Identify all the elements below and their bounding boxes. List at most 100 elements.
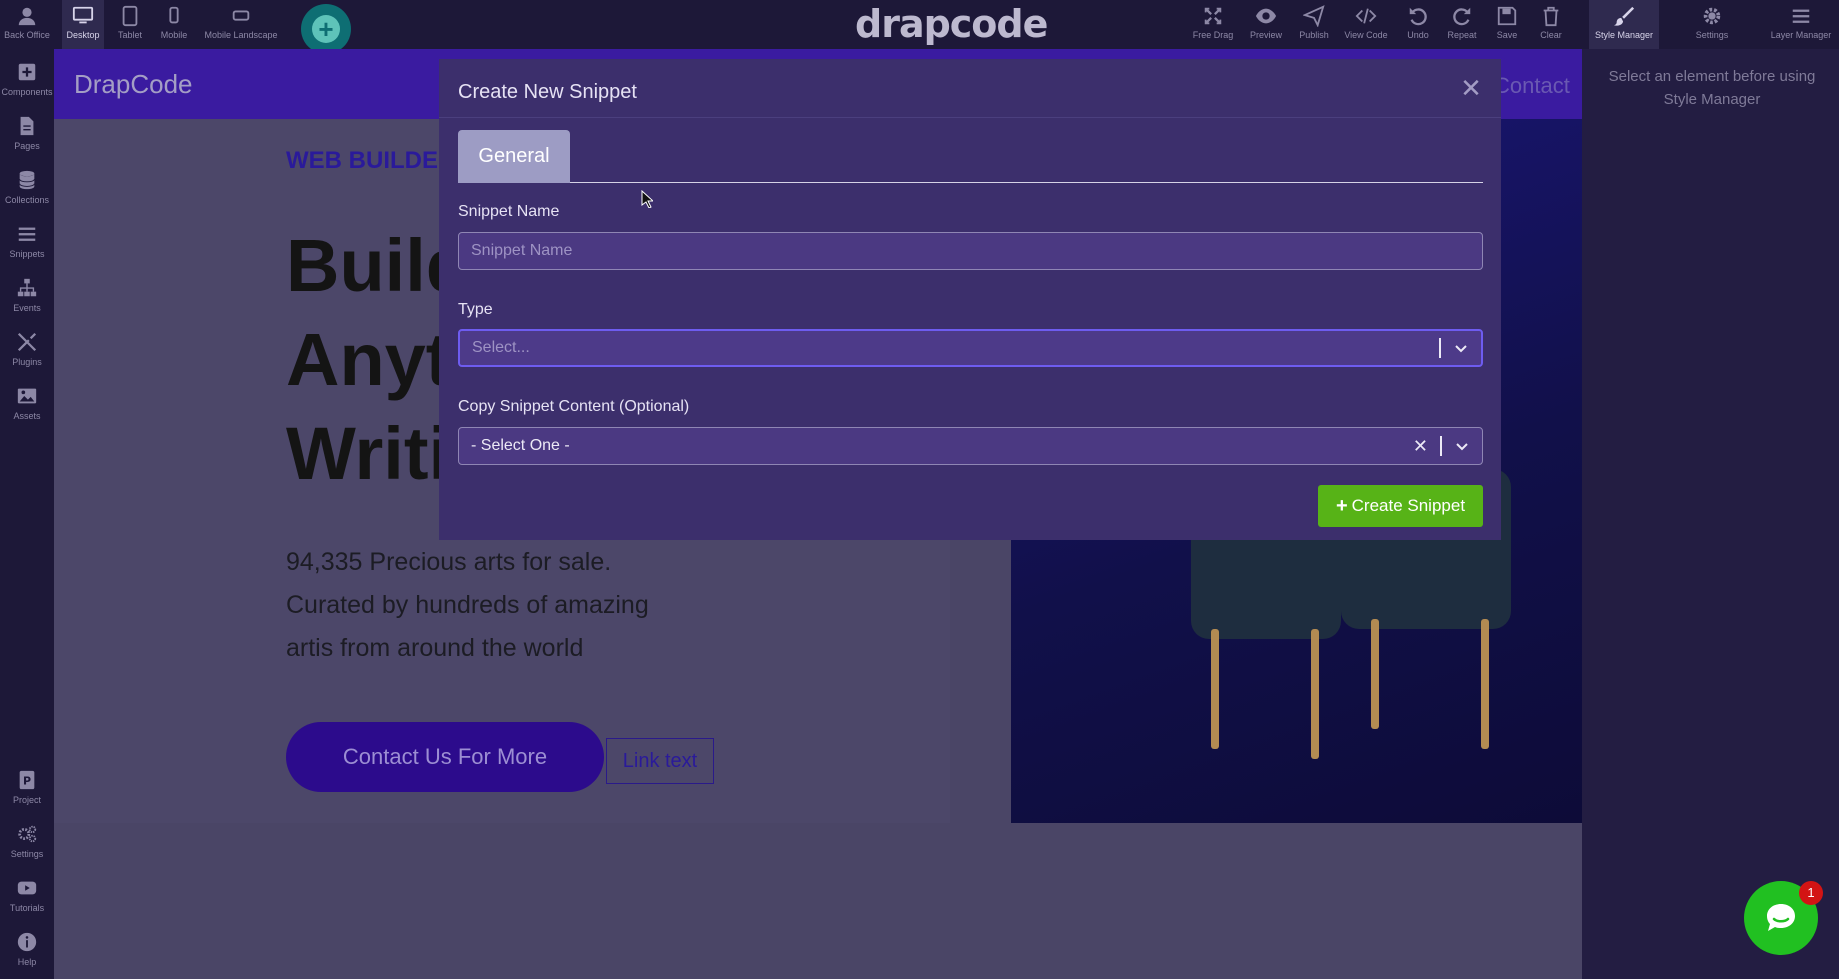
modal-title: Create New Snippet: [458, 81, 637, 103]
sidebar-item-project[interactable]: P Project: [0, 769, 54, 805]
sidebar-item-settings[interactable]: Settings: [0, 823, 54, 859]
free-drag-icon: [1204, 7, 1222, 25]
undo-button[interactable]: Undo: [1400, 0, 1436, 49]
gear-icon: [1703, 7, 1721, 25]
trash-icon: [1543, 6, 1559, 27]
preview-label: Preview: [1249, 30, 1282, 40]
bars-icon: [1792, 9, 1810, 23]
gears-icon: [18, 825, 37, 843]
sidebar-item-assets[interactable]: Assets: [0, 385, 54, 421]
close-icon[interactable]: ✕: [1458, 75, 1484, 101]
device-desktop-button[interactable]: Desktop: [62, 0, 104, 49]
sidebar-item-collections[interactable]: Collections: [0, 169, 54, 205]
tab-general[interactable]: General: [458, 130, 570, 183]
device-mobile-label: Mobile: [160, 30, 188, 40]
drapcode-logo: drapcode: [855, 2, 1048, 46]
clear-selection-icon[interactable]: ✕: [1413, 436, 1428, 457]
chat-notification-badge: 1: [1799, 881, 1823, 905]
mobile-icon: [169, 6, 179, 24]
chevron-down-icon[interactable]: [1454, 438, 1470, 454]
device-desktop-label: Desktop: [66, 30, 100, 40]
redo-icon: [1453, 7, 1471, 26]
save-icon: [1497, 6, 1517, 26]
site-nav-contact-link[interactable]: Contact: [1494, 73, 1570, 99]
view-code-label: View Code: [1344, 30, 1388, 40]
code-icon: [1355, 8, 1377, 24]
save-button[interactable]: Save: [1490, 0, 1524, 49]
device-mobile-landscape-label: Mobile Landscape: [204, 30, 278, 40]
device-mobile-button[interactable]: Mobile: [156, 0, 192, 49]
style-manager-button[interactable]: Style Manager: [1589, 0, 1659, 49]
layer-manager-button[interactable]: Layer Manager: [1768, 0, 1834, 49]
plus-circle-icon: +: [312, 15, 340, 43]
device-tablet-button[interactable]: Tablet: [112, 0, 148, 49]
device-tablet-label: Tablet: [117, 30, 143, 40]
clear-label: Clear: [1540, 30, 1562, 40]
sidebar-label-components: Components: [1, 87, 53, 97]
paper-plane-icon: [1303, 5, 1325, 27]
free-drag-label: Free Drag: [1192, 30, 1234, 40]
link-text-button[interactable]: Link text: [606, 738, 714, 784]
add-component-button[interactable]: +: [301, 4, 351, 54]
hero-eyebrow[interactable]: WEB BUILDER: [286, 147, 455, 175]
preview-button[interactable]: Preview: [1244, 0, 1288, 49]
repeat-button[interactable]: Repeat: [1444, 0, 1480, 49]
create-snippet-button[interactable]: + Create Snippet: [1318, 485, 1483, 527]
device-mobile-landscape-button[interactable]: Mobile Landscape: [203, 0, 279, 49]
sidebar-item-pages[interactable]: Pages: [0, 115, 54, 151]
back-office-button[interactable]: Back Office: [0, 0, 54, 49]
snippet-name-input[interactable]: Snippet Name: [458, 232, 1483, 270]
sidebar-item-plugins[interactable]: Plugins: [0, 331, 54, 367]
left-sidebar: Components Pages Collections Snippets Ev…: [0, 49, 54, 979]
style-manager-label: Style Manager: [1594, 30, 1654, 40]
sidebar-label-events: Events: [13, 303, 41, 313]
file-icon: [20, 116, 34, 136]
sidebar-label-pages: Pages: [14, 141, 40, 151]
sidebar-item-components[interactable]: Components: [0, 61, 54, 97]
user-icon: [18, 7, 36, 26]
sidebar-item-events[interactable]: Events: [0, 277, 54, 313]
type-select-indicators: [1427, 331, 1469, 365]
create-snippet-modal: Create New Snippet ✕ General Snippet Nam…: [439, 59, 1501, 540]
hero-description[interactable]: 94,335 Precious arts for sale. Curated b…: [286, 541, 676, 670]
contact-us-button[interactable]: Contact Us For More: [286, 722, 604, 792]
sidebar-item-snippets[interactable]: Snippets: [0, 223, 54, 259]
copy-select-indicators: ✕: [1413, 428, 1470, 464]
chat-bubble-icon: [1767, 904, 1795, 931]
clear-button[interactable]: Clear: [1534, 0, 1568, 49]
sidebar-label-snippets: Snippets: [9, 249, 45, 259]
sidebar-item-tutorials[interactable]: Tutorials: [0, 877, 54, 913]
bars-icon: [18, 227, 36, 241]
desktop-icon: [72, 6, 94, 24]
undo-label: Undo: [1407, 30, 1429, 40]
info-icon: [17, 932, 37, 952]
settings-button[interactable]: Settings: [1692, 0, 1732, 49]
sidebar-label-collections: Collections: [4, 195, 50, 205]
plus-icon: +: [1335, 494, 1348, 517]
sidebar-label-project: Project: [12, 795, 41, 805]
type-select[interactable]: Select...: [458, 329, 1483, 367]
type-label: Type: [458, 301, 493, 318]
sidebar-label-settings: Settings: [10, 849, 44, 859]
sidebar-item-help[interactable]: Help: [0, 931, 54, 967]
canvas-lower-section[interactable]: [54, 823, 1582, 979]
select-separator: [1439, 338, 1441, 358]
free-drag-button[interactable]: Free Drag: [1189, 0, 1237, 49]
tools-icon: [17, 332, 37, 352]
copy-content-label: Copy Snippet Content (Optional): [458, 398, 690, 415]
top-toolbar: Back Office Desktop Tablet Mobile Mobile…: [0, 0, 1839, 54]
type-select-placeholder: Select...: [472, 339, 530, 356]
chevron-down-icon[interactable]: [1453, 340, 1469, 356]
copy-content-value: - Select One -: [471, 437, 570, 454]
copy-content-select[interactable]: - Select One - ✕: [458, 427, 1483, 465]
publish-button[interactable]: Publish: [1292, 0, 1336, 49]
style-manager-panel: Select an element before using Style Man…: [1582, 49, 1839, 979]
save-label: Save: [1496, 30, 1518, 40]
mobile-landscape-icon: [232, 10, 250, 21]
style-manager-message: Select an element before using Style Man…: [1608, 68, 1816, 108]
chair-leg: [1211, 629, 1219, 749]
site-brand[interactable]: DrapCode: [74, 69, 193, 100]
modal-header: Create New Snippet ✕: [439, 59, 1501, 118]
view-code-button[interactable]: View Code: [1341, 0, 1391, 49]
database-icon: [19, 170, 35, 190]
